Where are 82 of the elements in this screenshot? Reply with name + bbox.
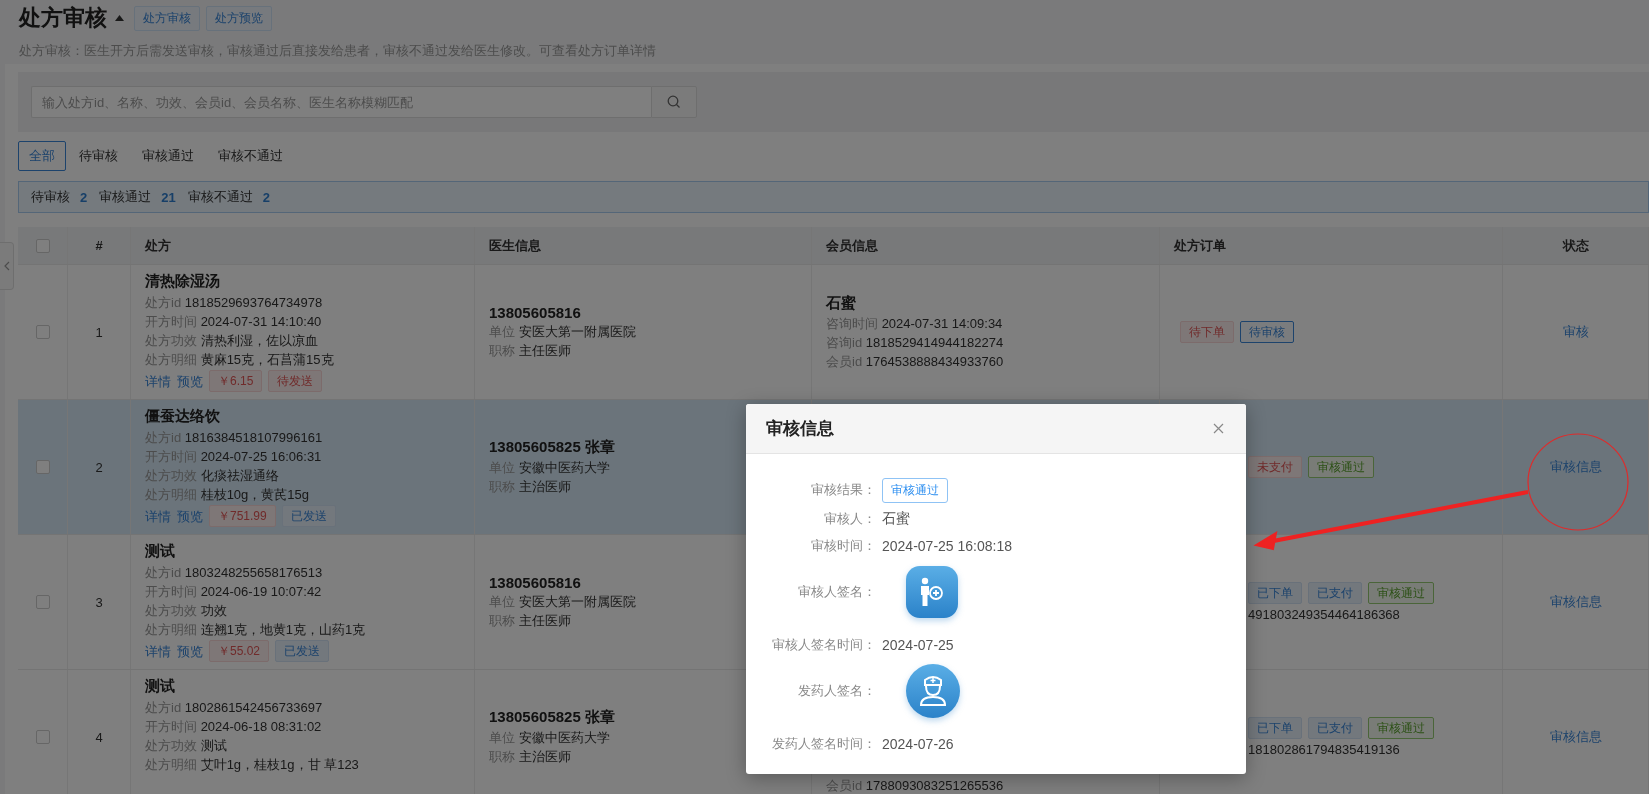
field-value: 1816384518107996161: [184, 430, 323, 445]
field-label: 审核人签名：: [797, 583, 876, 601]
send-status-tag: 已发送: [275, 640, 330, 662]
field-value: 连翘1克，地黄1克，山药1克: [200, 622, 366, 637]
price-tag: ￥55.02: [209, 640, 270, 662]
column-header: 会员信息: [826, 236, 879, 255]
field-value: 2024-07-31 14:10:40: [200, 314, 322, 329]
field-value: 黄麻15克，石菖蒲15克: [200, 352, 334, 367]
price-tag: ￥6.15: [209, 370, 263, 392]
summary-label: 审核不通过: [187, 188, 253, 206]
doctor-phone-name: 13805605825 张章: [489, 438, 615, 457]
member-name: 石蜜: [826, 293, 856, 313]
row-number: 4: [95, 729, 103, 745]
field-value: 化痰祛湿通络: [200, 468, 279, 483]
field-value: 2024-07-31 14:09:34: [881, 315, 1003, 331]
field-value: 1803248255658176513: [184, 565, 323, 580]
field-label: 发药人签名：: [797, 682, 876, 700]
summary-count: 21: [161, 189, 176, 205]
field-value: 安徽中医药大学: [518, 730, 610, 745]
field-label: 审核人签名时间：: [771, 635, 876, 654]
summary-count: 2: [80, 189, 88, 205]
field-value: 测试: [200, 738, 227, 753]
order-status-tag: 已支付: [1308, 717, 1362, 739]
order-id: 491803249354464186368: [1248, 607, 1401, 622]
field-value: 主治医师: [518, 479, 571, 494]
column-header: #: [95, 238, 103, 253]
order-id: 181802861794835419136: [1248, 742, 1401, 757]
send-status-tag: 已发送: [281, 505, 336, 527]
field-value: 2024-07-25: [882, 636, 954, 653]
field-value: 1764538888434933760: [865, 353, 1004, 369]
field-value: 2024-06-18 08:31:02: [200, 719, 322, 734]
dialog-title: 审核信息: [766, 418, 834, 440]
field-value: 主任医师: [518, 613, 571, 628]
order-status-tag: 审核通过: [1368, 717, 1434, 739]
column-header: 医生信息: [489, 236, 542, 255]
row-number: 1: [95, 324, 103, 340]
review-result-tag: 审核通过: [882, 477, 948, 503]
summary-label: 待审核: [31, 188, 70, 206]
send-status-tag: 待发送: [268, 370, 323, 392]
page-title: 处方审核: [19, 4, 107, 32]
field-label: 审核时间：: [810, 536, 876, 555]
order-status-tag: 已下单: [1248, 717, 1302, 739]
field-value: 2024-07-25 16:06:31: [200, 449, 322, 464]
field-value: 1788093083251265536: [865, 778, 1004, 793]
field-value: 2024-07-25 16:08:18: [882, 537, 1012, 554]
doctor-phone-name: 13805605816: [489, 304, 581, 321]
column-header: 处方: [145, 236, 172, 255]
field-value: 功效: [200, 603, 227, 618]
field-value: 清热利湿，佐以凉血: [200, 333, 318, 348]
column-header: 处方订单: [1174, 236, 1227, 255]
field-value: 主治医师: [518, 749, 571, 764]
field-label: 发药人签名时间：: [771, 734, 876, 753]
field-value: 1818529414944182274: [865, 334, 1004, 350]
doctor-phone-name: 13805605816: [489, 574, 581, 591]
prescription-name: 僵蚕达络饮: [145, 407, 220, 426]
field-label: 审核结果：: [810, 481, 876, 499]
order-status-tag: 审核通过: [1368, 582, 1434, 604]
field-value: 石蜜: [882, 509, 910, 528]
field-label: 审核人：: [823, 509, 876, 528]
order-status-tag: 待审核: [1240, 321, 1294, 343]
order-status-tag: 已支付: [1308, 582, 1362, 604]
price-tag: ￥751.99: [209, 505, 276, 527]
column-header: 状态: [1562, 236, 1589, 255]
order-status-tag: 待下单: [1180, 321, 1234, 343]
prescription-name: 清热除湿汤: [145, 272, 220, 291]
doctor-phone-name: 13805605825 张章: [489, 708, 615, 727]
field-value: 艾叶1g，桂枝1g，甘 草123: [200, 757, 359, 772]
summary-label: 审核通过: [99, 188, 152, 206]
field-value: 2024-06-19 10:07:42: [200, 584, 322, 599]
row-number: 2: [95, 459, 103, 475]
order-status-tag: 审核通过: [1308, 456, 1374, 478]
field-value: 2024-07-26: [882, 735, 954, 752]
field-value: 安徽中医药大学: [518, 460, 610, 475]
field-value: 主任医师: [518, 343, 571, 358]
summary-count: 2: [262, 189, 270, 205]
prescription-name: 测试: [145, 542, 175, 561]
field-value: 1818529693764734978: [184, 295, 323, 310]
row-number: 3: [95, 594, 103, 610]
field-value: 1802861542456733697: [184, 700, 323, 715]
order-status-tag: 未支付: [1248, 456, 1302, 478]
order-status-tag: 已下单: [1248, 582, 1302, 604]
prescription-name: 测试: [145, 677, 175, 696]
